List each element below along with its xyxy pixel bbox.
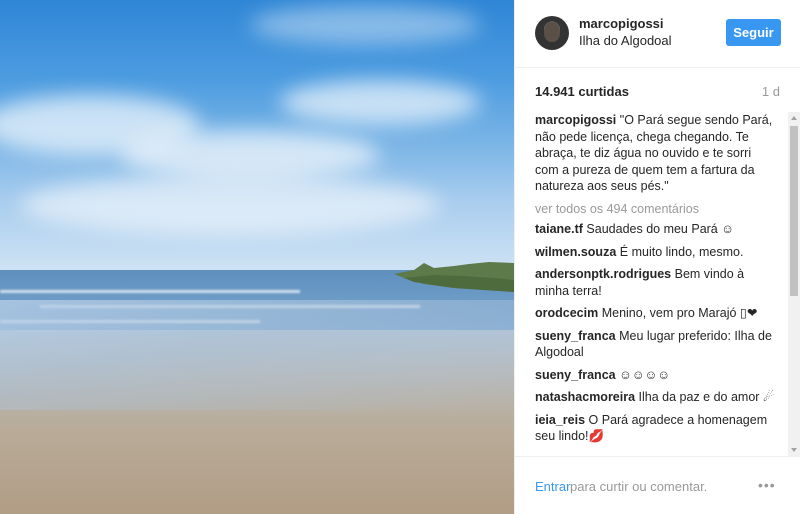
comment-username[interactable]: orodcecim (535, 306, 598, 320)
photo-cloud (250, 5, 480, 45)
follow-button[interactable]: Seguir (726, 19, 781, 46)
list-item: andersonptk.rodrigues Bem vindo à minha … (535, 266, 775, 299)
list-item: sueny_franca ☺☺☺☺ (535, 367, 775, 384)
post-footer: Entrar para curtir ou comentar. ••• (515, 456, 800, 514)
avatar[interactable] (535, 16, 569, 50)
comment-text: Saudades do meu Pará ☺ (586, 222, 734, 236)
photo-reflection (0, 300, 514, 410)
post-sidebar: marcopigossi Ilha do Algodoal Seguir 14.… (514, 0, 800, 514)
likes-count[interactable]: 14.941 curtidas (535, 84, 629, 99)
comment-text: ☺☺☺☺ (619, 367, 671, 382)
post-photo[interactable] (0, 0, 514, 514)
comment-text: Menino, vem pro Marajó ▯❤ (601, 306, 758, 320)
more-options-icon[interactable]: ••• (758, 477, 776, 493)
list-item: taiane.tf Saudades do meu Pará ☺ (535, 221, 775, 238)
list-item: natashacmoreira Ilha da paz e do amor ☄ (535, 389, 775, 406)
photo-cloud (120, 130, 380, 180)
scroll-up-icon[interactable] (791, 116, 797, 120)
username-link[interactable]: marcopigossi (579, 16, 664, 31)
post-time[interactable]: 1 d (762, 84, 780, 99)
view-all-comments-link[interactable]: ver todos os 494 comentários (535, 201, 775, 218)
list-item: sueny_franca Meu lugar preferido: Ilha d… (535, 328, 775, 361)
scrollbar-thumb[interactable] (790, 126, 798, 296)
comment-username[interactable]: andersonptk.rodrigues (535, 267, 671, 281)
post-header: marcopigossi Ilha do Algodoal Seguir (515, 0, 800, 68)
list-item: ieia_reis O Pará agradece a homenagem se… (535, 412, 775, 445)
comment-username[interactable]: ieia_reis (535, 413, 585, 427)
photo-island (394, 262, 514, 292)
comment-username[interactable]: taiane.tf (535, 222, 583, 236)
comment-text: Ilha da paz e do amor ☄ (638, 390, 775, 404)
comment-username[interactable]: wilmen.souza (535, 245, 616, 259)
login-link[interactable]: Entrar (535, 479, 570, 494)
login-prompt: para curtir ou comentar. (570, 479, 708, 494)
comment-username[interactable]: sueny_franca (535, 329, 616, 343)
comment-username[interactable]: natashacmoreira (535, 390, 635, 404)
photo-cloud (20, 175, 440, 235)
photo-wave (0, 290, 300, 293)
comments-scrollbar[interactable] (788, 112, 800, 456)
location-link[interactable]: Ilha do Algodoal (579, 33, 672, 48)
list-item: wilmen.souza É muito lindo, mesmo. (535, 244, 775, 261)
caption-username[interactable]: marcopigossi (535, 113, 616, 127)
photo-cloud (280, 80, 480, 125)
list-item: orodcecim Menino, vem pro Marajó ▯❤ (535, 305, 775, 322)
comments-list: marcopigossi "O Pará segue sendo Pará, n… (535, 112, 775, 452)
instagram-post: marcopigossi Ilha do Algodoal Seguir 14.… (0, 0, 800, 514)
scroll-down-icon[interactable] (791, 448, 797, 452)
comment-text: É muito lindo, mesmo. (619, 244, 744, 259)
caption: marcopigossi "O Pará segue sendo Pará, n… (535, 112, 775, 195)
comment-username[interactable]: sueny_franca (535, 368, 616, 382)
